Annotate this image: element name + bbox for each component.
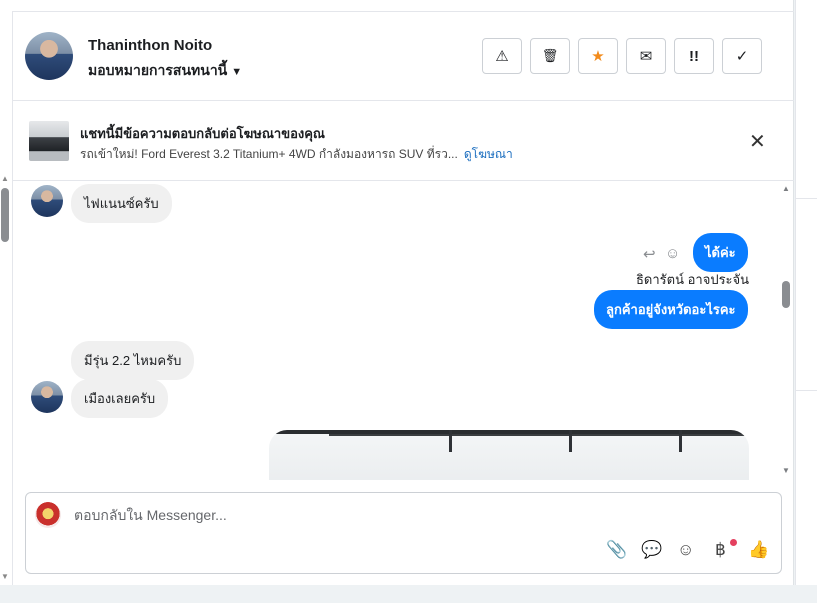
reply-icon[interactable]: ↩ [643,245,656,263]
scroll-down-icon[interactable]: ▼ [782,466,790,475]
baht-icon[interactable]: ฿ [715,540,726,560]
ad-reply-notice: แชทนี้มีข้อความตอบกลับต่อโฆษณาของคุณ รถเ… [13,101,794,181]
ad-thumbnail[interactable] [29,121,69,161]
scroll-up-icon[interactable]: ▲ [1,174,9,183]
scroll-down-icon[interactable]: ▼ [1,572,9,581]
ad-notice-title: แชทนี้มีข้อความตอบกลับต่อโฆษณาของคุณ [80,126,325,141]
incoming-message[interactable]: ไฟแนนซ์ครับ [71,184,172,223]
right-sidebar-edge [795,0,817,585]
outgoing-message[interactable]: ได้ค่ะ [693,233,748,272]
view-ad-link[interactable]: ดูโฆษณา [464,147,513,161]
star-button[interactable]: ★ [578,38,618,74]
page-bottom [0,585,817,603]
message-thread[interactable]: ไฟแนนซ์ครับ ↩ ☺ ได้ค่ะ ธิดารัตน์ อาจประจ… [13,181,794,480]
react-emoji-icon[interactable]: ☺ [665,245,680,262]
attach-icon[interactable]: 📎 [606,540,627,560]
assign-conversation-dropdown[interactable]: มอบหมายการสนทนานี้ ▼ [88,60,242,82]
emoji-icon[interactable]: ☺ [677,540,694,560]
trash-icon: 🗑 [541,48,559,63]
delete-button[interactable]: 🗑 [530,38,570,74]
message-composer: 📎 💬 ☺ ฿ 👍 [25,492,782,574]
ad-description: รถเข้าใหม่! Ford Everest 3.2 Titanium+ 4… [80,147,458,161]
conversation-header: Thaninthon Noito มอบหมายการสนทนานี้ ▼ ⚠ 🗑… [13,12,794,101]
report-button[interactable]: ⚠ [482,38,522,74]
follow-up-button[interactable]: !! [674,38,714,74]
mark-done-button[interactable]: ✓ [722,38,762,74]
reply-input[interactable] [74,507,754,523]
contact-name[interactable]: Thaninthon Noito [88,37,212,54]
scroll-up-icon[interactable]: ▲ [782,184,790,193]
incoming-message[interactable]: เมืองเลยครับ [71,379,169,418]
close-icon[interactable]: ✕ [749,129,766,154]
caret-down-icon: ▼ [231,66,243,78]
incoming-message[interactable]: มีรุ่น 2.2 ไหมครับ [71,341,195,380]
avatar [31,381,63,413]
sender-name: ธิดารัตน์ อาจประจัน [636,272,750,287]
star-icon: ★ [591,48,605,65]
ad-notice-subtitle: รถเข้าใหม่! Ford Everest 3.2 Titanium+ 4… [80,145,513,164]
exclamation-icon: !! [689,47,699,65]
contact-avatar[interactable] [25,32,73,80]
check-icon: ✓ [735,48,749,65]
chat-icon[interactable]: 💬 [641,540,662,560]
assign-label: มอบหมายการสนทนานี้ [88,62,228,78]
page-avatar [35,502,61,528]
warning-icon: ⚠ [495,48,509,65]
mark-unread-button[interactable]: ✉ [626,38,666,74]
envelope-icon: ✉ [639,48,653,65]
thread-scrollbar[interactable]: ▲ ▼ [779,181,793,480]
scroll-thumb[interactable] [1,188,9,242]
scroll-thumb[interactable] [782,281,790,308]
like-icon[interactable]: 👍 [748,540,769,560]
outgoing-message[interactable]: ลูกค้าอยู่จังหวัดอะไรคะ [594,290,748,329]
notification-dot [730,539,737,546]
avatar [31,185,63,217]
image-attachment[interactable] [269,430,749,480]
outer-scrollbar[interactable]: ▲ ▼ [0,174,10,584]
